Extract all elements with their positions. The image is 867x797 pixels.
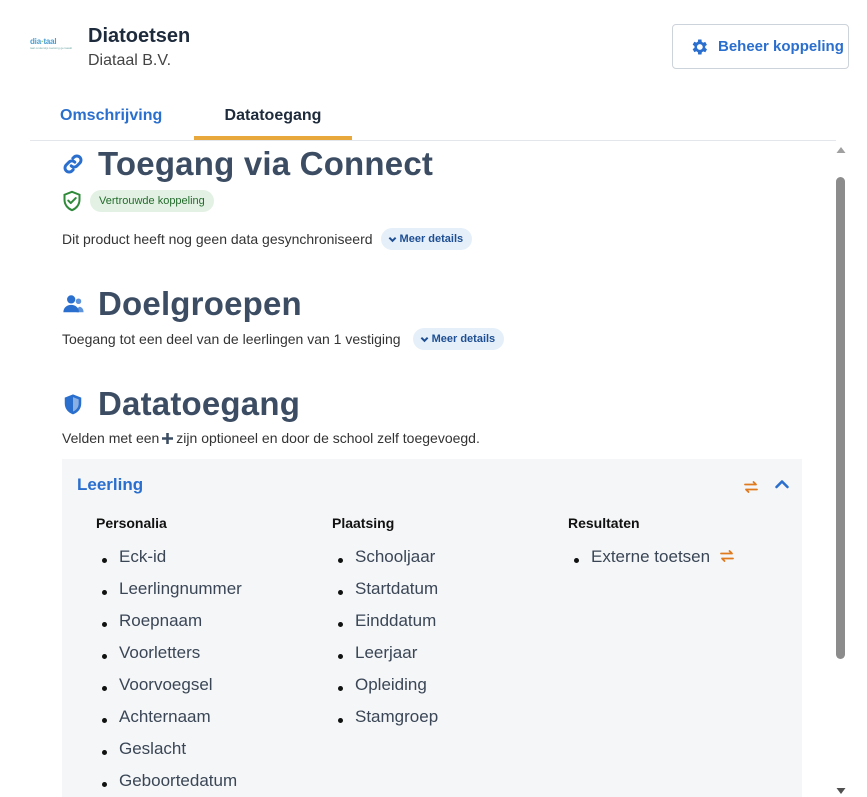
datatoegang-section-heading: Datatoegang (62, 385, 300, 423)
list-item: Voorvoegsel (96, 674, 326, 706)
optional-note-after: zijn optioneel en door de school zelf to… (176, 430, 480, 446)
app-header: dia·taal taal onderwijs toetsing gemaakt… (0, 0, 867, 90)
doelgroepen-row: Toegang tot een deel van de leerlingen v… (62, 328, 505, 350)
diataal-logo: dia·taal taal onderwijs toetsing gemaakt (30, 37, 73, 51)
chevron-down-icon (388, 236, 396, 242)
externe-toetsen-label: Externe toetsen (591, 547, 711, 566)
resultaten-list: Externe toetsen (568, 546, 798, 578)
users-icon (63, 295, 84, 313)
list-item: Opleiding (332, 674, 562, 706)
doelgroepen-title: Doelgroepen (98, 285, 302, 322)
plaatsing-column: Plaatsing Schooljaar Startdatum Einddatu… (332, 515, 562, 738)
scroll-down-arrow-icon[interactable] (836, 787, 846, 795)
list-item: Stamgroep (332, 706, 562, 738)
manage-connection-button[interactable]: Beheer koppeling (672, 24, 849, 69)
sync-icon (720, 550, 734, 562)
doelgroepen-more-details-label: Meer details (431, 333, 496, 345)
resultaten-heading: Resultaten (568, 515, 640, 531)
plaatsing-heading: Plaatsing (332, 515, 395, 531)
link-icon (63, 154, 83, 174)
scroll-up-arrow-icon[interactable] (836, 146, 846, 154)
personalia-column: Personalia Eck-id Leerlingnummer Roepnaa… (96, 515, 326, 797)
chevron-up-icon[interactable] (774, 477, 790, 491)
app-supplier: Diataal B.V. (88, 52, 172, 69)
gear-icon (692, 39, 707, 54)
doelgroepen-more-details-button[interactable]: Meer details (412, 328, 505, 350)
list-item: Voorletters (96, 642, 326, 674)
list-item: Geboortedatum (96, 770, 326, 797)
list-item: Achternaam (96, 706, 326, 738)
leerling-panel-title[interactable]: Leerling (77, 475, 143, 495)
plus-icon (162, 432, 174, 444)
scrollbar-thumb[interactable] (836, 177, 845, 659)
manage-connection-label: Beheer koppeling (718, 38, 844, 55)
trusted-connection-badge: Vertrouwde koppeling (90, 190, 214, 212)
connect-section-heading: Toegang via Connect (62, 145, 433, 183)
personalia-heading: Personalia (96, 515, 167, 531)
connect-title: Toegang via Connect (98, 145, 434, 182)
tab-datatoegang[interactable]: Datatoegang (194, 100, 352, 140)
tab-omschrijving[interactable]: Omschrijving (60, 100, 162, 140)
list-item: Leerjaar (332, 642, 562, 674)
optional-note-before: Velden met een (62, 430, 160, 446)
list-item: Leerlingnummer (96, 578, 326, 610)
trust-row: Vertrouwde koppeling (62, 190, 214, 212)
list-item: Roepnaam (96, 610, 326, 642)
sync-icon[interactable] (744, 480, 758, 494)
list-item: Startdatum (332, 578, 562, 610)
plaatsing-list: Schooljaar Startdatum Einddatum Leerjaar… (332, 546, 562, 738)
shield-check-icon (63, 190, 81, 212)
sync-status-text: Dit product heeft nog geen data gesynchr… (62, 231, 373, 247)
list-item: Eck-id (96, 546, 326, 578)
shield-icon (64, 394, 82, 415)
sync-status-row: Dit product heeft nog geen data gesynchr… (62, 228, 473, 250)
doelgroepen-section-heading: Doelgroepen (62, 285, 302, 323)
personalia-list: Eck-id Leerlingnummer Roepnaam Voorlette… (96, 546, 326, 797)
tab-bar: Omschrijving Datatoegang (30, 100, 836, 141)
connect-more-details-label: Meer details (399, 233, 464, 245)
list-item: Geslacht (96, 738, 326, 770)
list-item: Schooljaar (332, 546, 562, 578)
resultaten-column: Resultaten Externe toetsen (568, 515, 798, 578)
list-item: Einddatum (332, 610, 562, 642)
doelgroepen-text: Toegang tot een deel van de leerlingen v… (62, 331, 401, 347)
list-item: Externe toetsen (568, 546, 798, 578)
app-title: Diatoetsen (88, 25, 191, 47)
datatoegang-title: Datatoegang (98, 385, 301, 422)
optional-fields-note: Velden met een zijn optioneel en door de… (62, 430, 480, 446)
connect-more-details-button[interactable]: Meer details (380, 228, 473, 250)
chevron-down-icon (420, 336, 428, 342)
leerling-panel: Leerling Personalia Eck-id Leerlingnumme… (62, 459, 802, 797)
tab-content: Toegang via Connect Vertrouwde koppeling… (0, 141, 832, 797)
